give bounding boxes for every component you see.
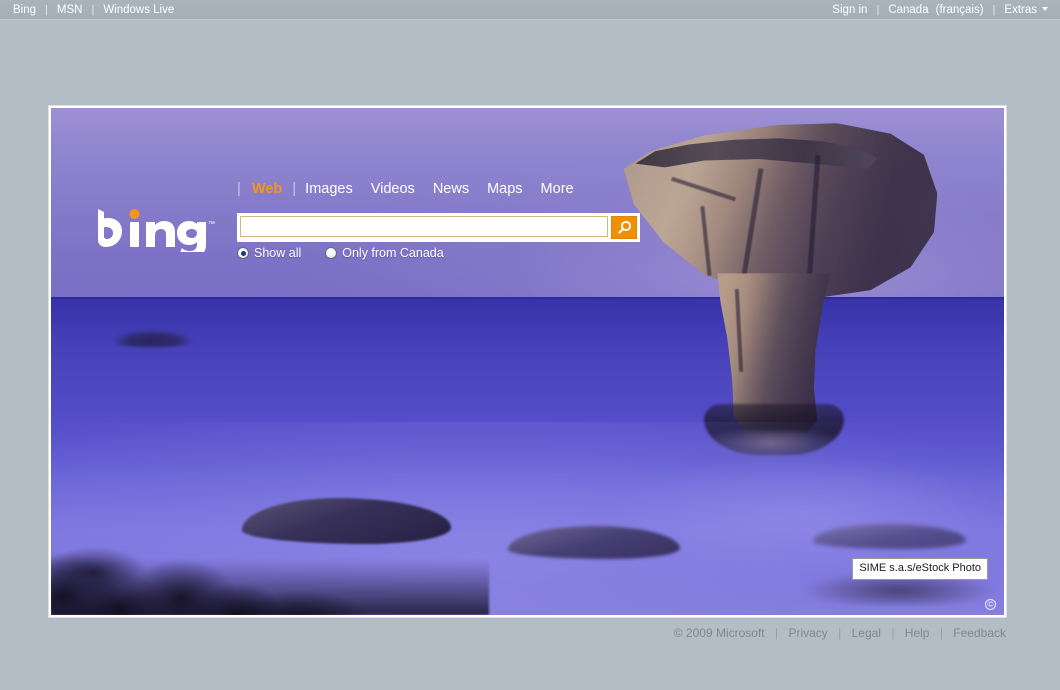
topbar-separator: |	[82, 4, 103, 16]
footer-link-help[interactable]: Help	[905, 626, 930, 640]
footer-separator: |	[831, 626, 848, 640]
footer-link-feedback[interactable]: Feedback	[953, 626, 1006, 640]
tab-news[interactable]: News	[424, 181, 478, 197]
footer-link-legal[interactable]: Legal	[852, 626, 881, 640]
copyright-icon[interactable]: ©	[985, 599, 996, 610]
tab-images[interactable]: Images	[296, 181, 362, 197]
topbar-link-bing[interactable]: Bing	[13, 4, 36, 16]
topbar-left-links: Bing | MSN | Windows Live	[13, 4, 174, 16]
extras-menu[interactable]: Extras	[1004, 4, 1048, 16]
svg-text:™: ™	[208, 221, 215, 228]
search-vertical-tabs: | Web | Images Videos News Maps More	[237, 180, 583, 197]
footer-link-privacy[interactable]: Privacy	[788, 626, 827, 640]
topbar-link-windows-live[interactable]: Windows Live	[103, 4, 174, 16]
scope-label-show-all: Show all	[254, 246, 301, 260]
search-button[interactable]	[611, 216, 637, 239]
radio-only-from-canada[interactable]	[325, 247, 337, 259]
search-bar	[237, 213, 640, 242]
bing-logo[interactable]: ™	[80, 200, 215, 252]
search-bar-shell	[237, 213, 640, 242]
top-navigation-bar: Bing | MSN | Windows Live Sign in | Cana…	[0, 0, 1060, 20]
topbar-right-links: Sign in | Canada (français) | Extras	[832, 4, 1048, 16]
tab-web[interactable]: Web	[250, 181, 284, 197]
radio-show-all[interactable]	[237, 247, 249, 259]
region-link[interactable]: Canada	[888, 4, 928, 16]
tab-separator: |	[284, 180, 296, 197]
tab-videos[interactable]: Videos	[362, 181, 424, 197]
topbar-separator: |	[984, 4, 1005, 16]
search-icon	[617, 220, 632, 235]
scope-option-show-all[interactable]: Show all	[237, 246, 301, 260]
extras-label: Extras	[1004, 4, 1037, 16]
scope-label-only-canada: Only from Canada	[342, 246, 443, 260]
footer-separator: |	[768, 626, 785, 640]
topbar-separator: |	[36, 4, 57, 16]
tab-more[interactable]: More	[532, 181, 583, 197]
footer-copyright: © 2009 Microsoft	[674, 626, 765, 640]
hero-background-photo: ™ | Web | Images Videos News Maps More	[51, 108, 1004, 615]
search-scope-options: Show all Only from Canada	[237, 246, 444, 260]
sign-in-link[interactable]: Sign in	[832, 4, 867, 16]
hero-image-frame: ™ | Web | Images Videos News Maps More	[49, 106, 1006, 617]
chevron-down-icon	[1042, 7, 1048, 11]
search-input[interactable]	[240, 216, 608, 237]
tab-maps[interactable]: Maps	[478, 181, 531, 197]
search-interface: ™ | Web | Images Videos News Maps More	[51, 108, 1004, 615]
topbar-link-msn[interactable]: MSN	[57, 4, 83, 16]
footer-separator: |	[884, 626, 901, 640]
footer-separator: |	[933, 626, 950, 640]
page-footer: © 2009 Microsoft | Privacy | Legal | Hel…	[0, 626, 1006, 640]
language-link[interactable]: (français)	[936, 4, 984, 16]
topbar-separator: |	[867, 4, 888, 16]
photo-credit: SIME s.a.s/eStock Photo	[852, 558, 988, 580]
scope-option-only-canada[interactable]: Only from Canada	[325, 246, 443, 260]
tab-separator: |	[237, 180, 249, 197]
